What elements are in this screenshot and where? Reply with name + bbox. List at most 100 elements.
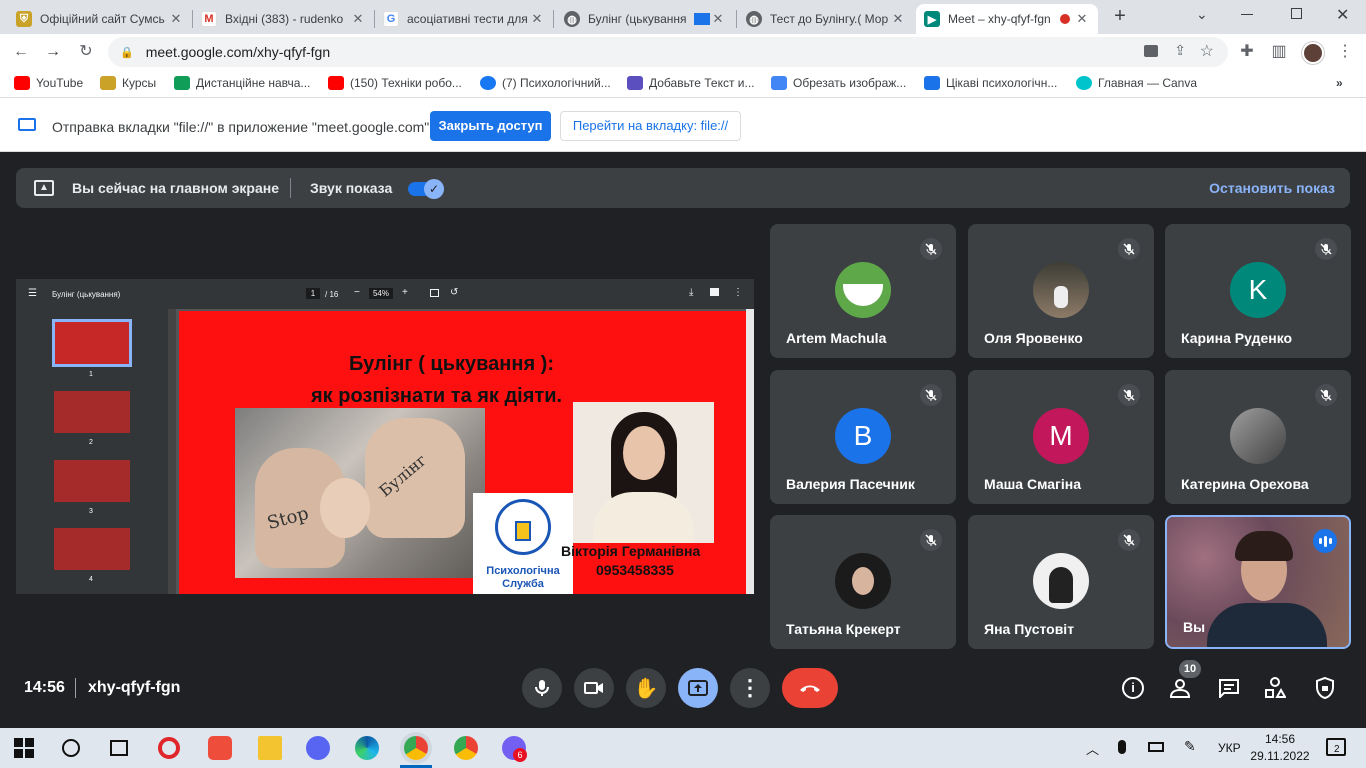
more-bookmarks-icon[interactable]: » [1336, 76, 1343, 90]
menu-icon[interactable]: ⋮ [1336, 43, 1354, 61]
side-panel-icon[interactable]: ▥ [1270, 43, 1288, 61]
participant-tile-8[interactable]: Яна Пустовіт [968, 515, 1154, 649]
leave-call-button[interactable] [782, 668, 838, 708]
stop-presenting-button[interactable]: Остановить показ [1209, 180, 1335, 196]
clock-time[interactable]: 14:56 [1254, 732, 1306, 746]
bookmark-add-text[interactable]: Добавьте Текст и... [627, 76, 755, 90]
minimize-icon[interactable] [1241, 14, 1253, 15]
task-view-icon[interactable] [110, 740, 128, 756]
new-tab-icon[interactable]: + [1110, 6, 1130, 26]
meeting-details-icon[interactable]: i [1122, 677, 1144, 699]
more-icon[interactable]: ⋮ [733, 287, 743, 298]
close-icon[interactable]: ✕ [529, 11, 545, 27]
close-icon[interactable]: ✕ [350, 11, 366, 27]
bookmark-psychology[interactable]: Цікаві психологічн... [924, 76, 1057, 90]
close-icon[interactable]: ✕ [710, 11, 726, 27]
meeting-code: xhy-qfyf-fgn [88, 679, 181, 696]
participant-tile-2[interactable]: Оля Яровенко [968, 224, 1154, 358]
tab-search-icon[interactable]: ⌄ [1196, 6, 1208, 23]
slide-title-line-1: Булінг ( цькування ): [349, 353, 554, 375]
tab-3[interactable]: G асоціативні тести для ✕ [375, 4, 553, 34]
pen-icon[interactable]: ✎ [1184, 738, 1196, 755]
mic-button[interactable] [522, 668, 562, 708]
bookmark-kursy[interactable]: Курсы [100, 76, 156, 90]
back-icon[interactable]: ← [12, 43, 30, 61]
participant-tile-1[interactable]: Artem Machula [770, 224, 956, 358]
camera-button[interactable] [574, 668, 614, 708]
windows-start-icon[interactable] [14, 738, 34, 758]
participant-tile-3[interactable]: K Карина Руденко [1165, 224, 1351, 358]
language-indicator[interactable]: УКР [1218, 741, 1241, 755]
close-icon[interactable]: ✕ [168, 11, 184, 27]
discord-icon[interactable] [306, 736, 330, 760]
switch-tab-button[interactable]: Перейти на вкладку: file:// [560, 111, 741, 141]
page-number-input[interactable]: 1 [306, 288, 320, 299]
screen-recorder-icon[interactable] [208, 736, 232, 760]
thumbnail-4[interactable] [54, 528, 130, 570]
thumbnail-2[interactable] [54, 391, 130, 433]
tab-5[interactable]: ◍ Тест до Булінгу.( Мор ✕ [738, 4, 914, 34]
address-bar[interactable]: 🔒 meet.google.com/xhy-qfyf-fgn ⇪ ☆ [108, 37, 1228, 67]
tab-4[interactable]: ◍ Булінг (цькування ✕ [556, 4, 734, 34]
camera-icon[interactable] [1144, 45, 1158, 57]
clock-date[interactable]: 29.11.2022 [1250, 749, 1310, 763]
main-screen-label: Вы сейчас на главном экране [72, 180, 280, 196]
raise-hand-button[interactable]: ✋ [626, 668, 666, 708]
search-icon[interactable] [62, 739, 80, 757]
stop-sharing-button[interactable]: Закрыть доступ [430, 111, 551, 141]
bookmark-youtube[interactable]: YouTube [14, 76, 83, 90]
battery-icon[interactable] [1148, 742, 1164, 752]
chrome-icon[interactable] [454, 736, 478, 760]
participant-tile-7[interactable]: Татьяна Крекерт [770, 515, 956, 649]
chat-icon[interactable] [1218, 678, 1240, 700]
tab-1[interactable]: ⛨ Офіційний сайт Сумсь ✕ [8, 4, 192, 34]
bookmark-facebook[interactable]: (7) Психологічний... [480, 76, 611, 90]
forward-icon[interactable]: → [44, 43, 62, 61]
zoom-out-icon[interactable]: − [354, 287, 360, 298]
avatar [835, 553, 891, 609]
people-icon[interactable] [1168, 678, 1192, 698]
slide-scrollbar[interactable] [746, 309, 754, 594]
participant-tile-6[interactable]: Катерина Орехова [1165, 370, 1351, 504]
zoom-level[interactable]: 54% [369, 288, 393, 299]
fit-page-icon[interactable] [430, 289, 439, 297]
close-icon[interactable]: ✕ [890, 11, 906, 27]
reload-icon[interactable]: ↻ [77, 43, 95, 61]
download-icon[interactable]: ⤓ [689, 287, 693, 298]
zoom-in-icon[interactable]: + [402, 287, 408, 298]
opera-icon[interactable] [158, 737, 180, 759]
self-view-tile[interactable]: Вы [1165, 515, 1351, 649]
tab-6-active[interactable]: ▶ Meet – xhy-qfyf-fgn ✕ [916, 4, 1098, 34]
sidebar-scrollbar[interactable] [168, 309, 176, 594]
bookmark-techniques[interactable]: (150) Техніки робо... [328, 76, 462, 90]
bookmark-classroom[interactable]: Дистанційне навча... [174, 76, 310, 90]
bookmark-crop-image[interactable]: Обрезать изображ... [771, 76, 906, 90]
edge-icon[interactable] [355, 736, 379, 760]
thumbnail-3[interactable] [54, 460, 130, 502]
participant-tile-4[interactable]: B Валерия Пасечник [770, 370, 956, 504]
restore-icon[interactable] [1291, 8, 1302, 19]
present-button[interactable] [678, 668, 718, 708]
thumbnail-1[interactable] [52, 319, 132, 367]
tab-2[interactable]: M Вхідні (383) - rudenko ✕ [193, 4, 374, 34]
activities-icon[interactable] [1264, 677, 1287, 699]
close-icon[interactable]: ✕ [1074, 11, 1090, 27]
rotate-icon[interactable]: ↺ [450, 287, 458, 298]
bookmark-canva[interactable]: Главная — Canva [1076, 76, 1197, 90]
close-window-icon[interactable]: ✕ [1336, 5, 1349, 25]
avatar[interactable] [1302, 42, 1324, 64]
share-icon[interactable]: ⇪ [1174, 42, 1186, 59]
file-explorer-icon[interactable] [258, 736, 282, 760]
more-options-button[interactable]: ⋮ [730, 668, 770, 708]
show-hidden-icons[interactable]: ︿ [1086, 739, 1099, 758]
star-icon[interactable]: ☆ [1200, 41, 1214, 61]
participant-name: Оля Яровенко [984, 330, 1083, 346]
microphone-icon[interactable] [1118, 740, 1126, 754]
viber-badge: 6 [513, 748, 527, 762]
print-icon[interactable] [710, 288, 719, 296]
participant-tile-5[interactable]: M Маша Смагіна [968, 370, 1154, 504]
menu-icon[interactable]: ☰ [28, 288, 37, 299]
chrome-icon[interactable] [404, 736, 428, 760]
extensions-icon[interactable]: ✚ [1238, 43, 1256, 61]
host-controls-icon[interactable] [1314, 676, 1336, 700]
